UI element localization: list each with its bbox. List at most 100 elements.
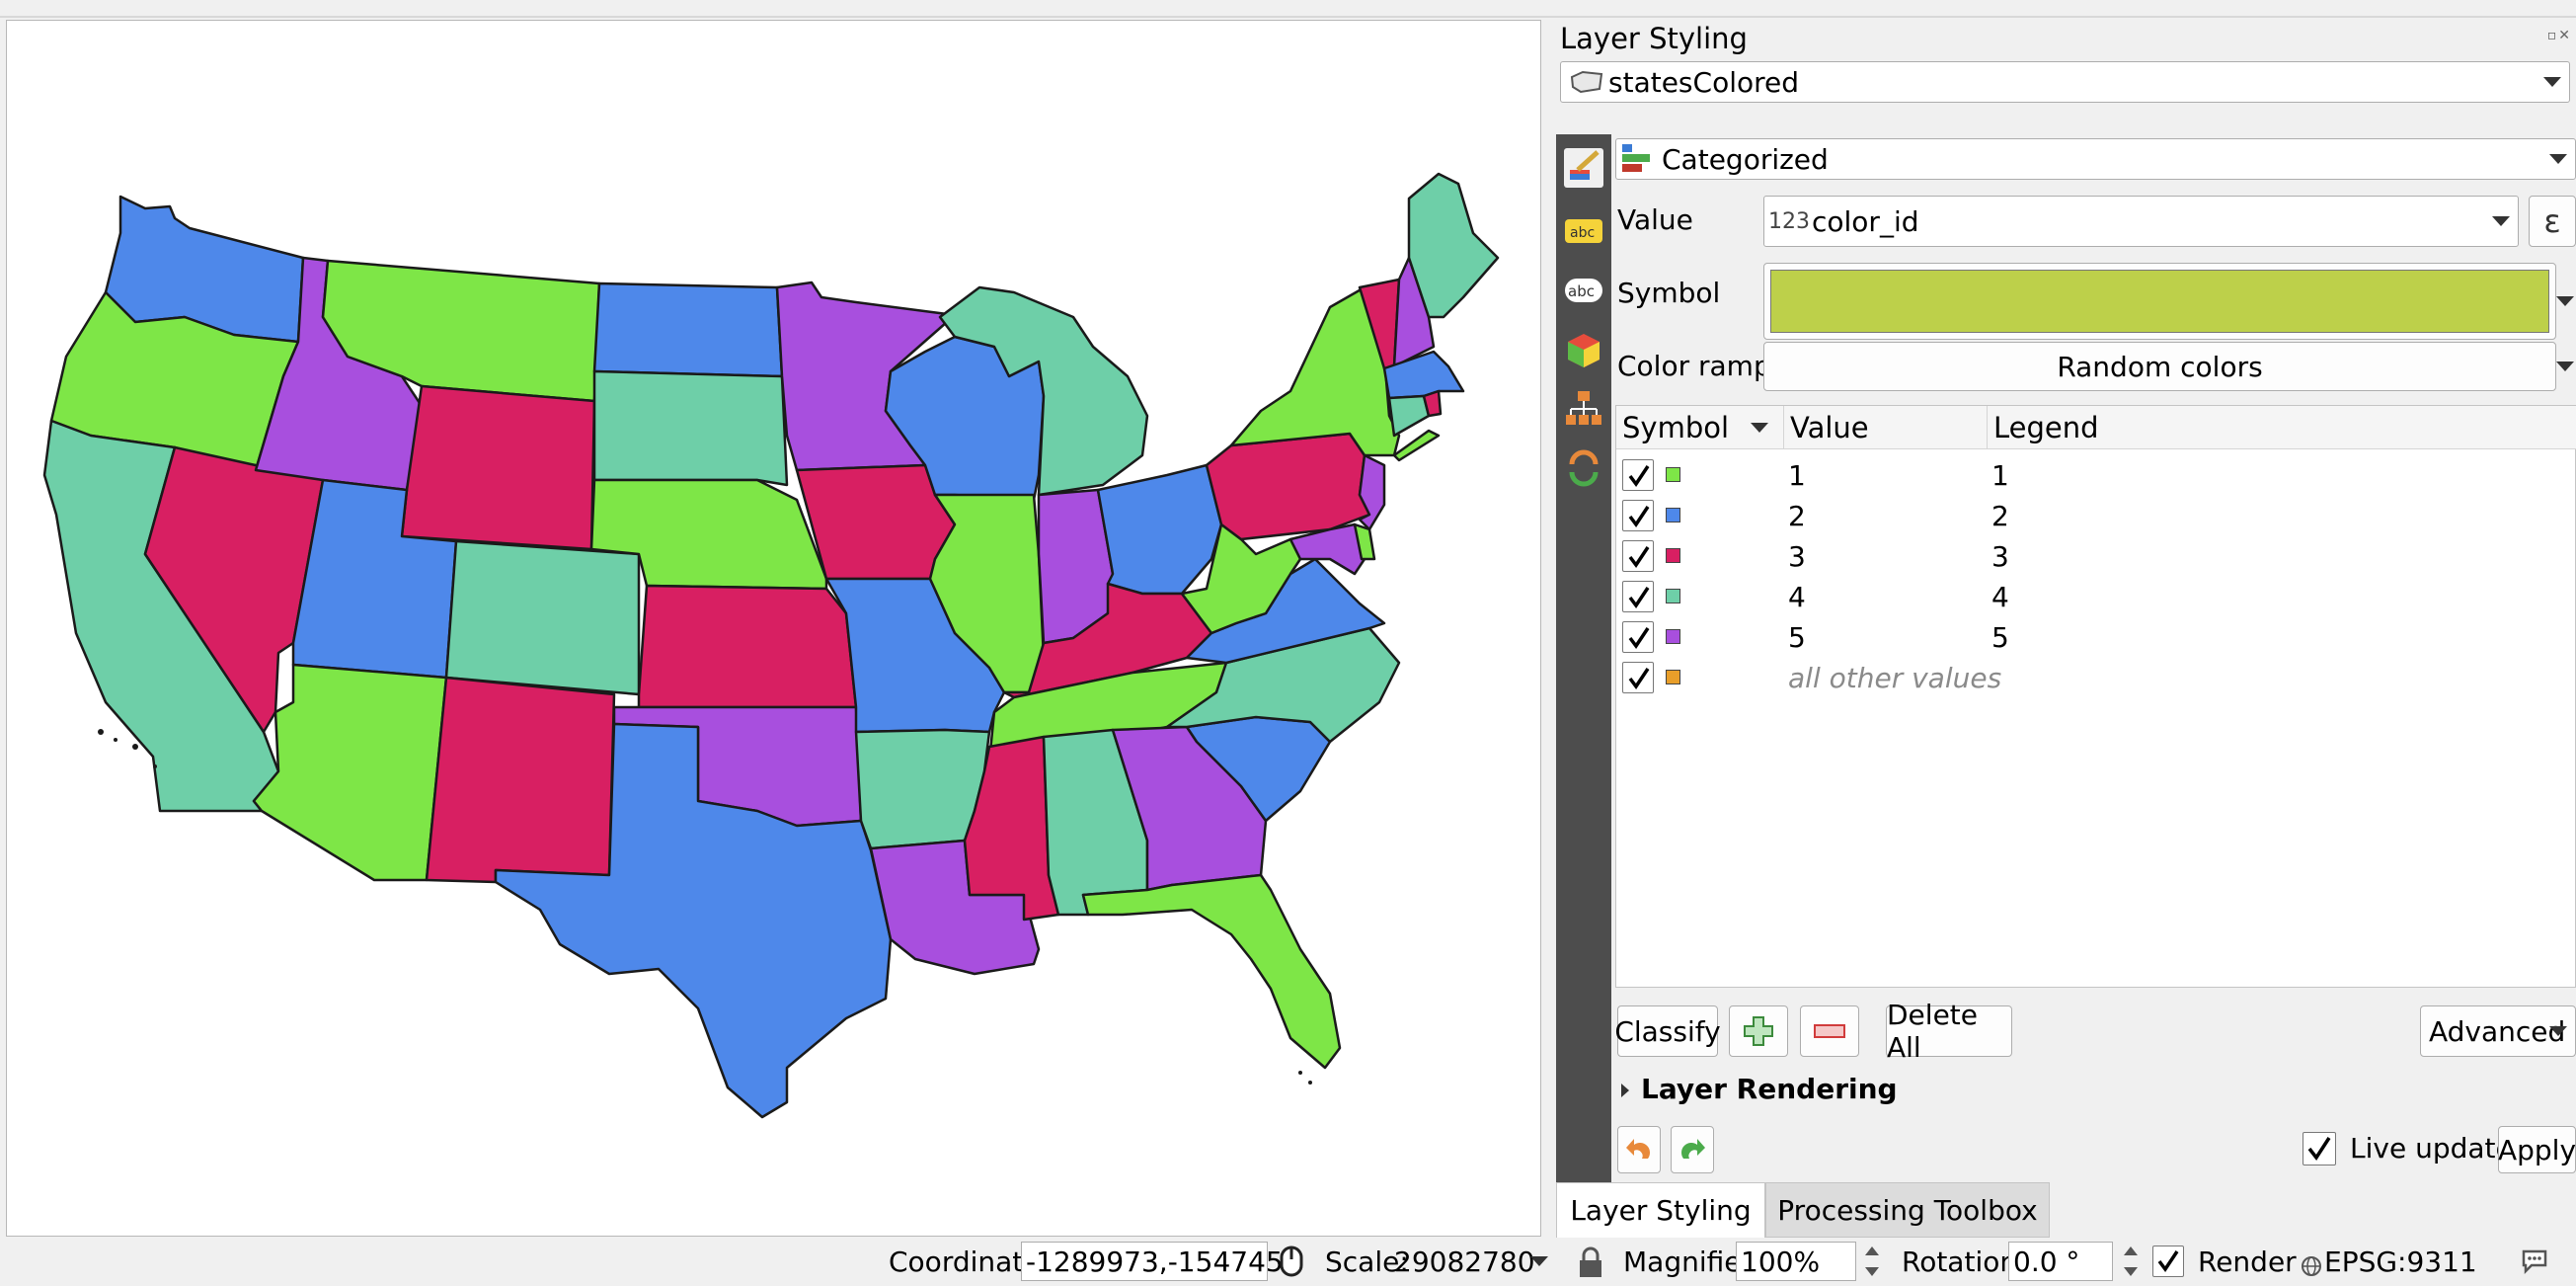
classify-button[interactable]: Classify [1614, 1005, 1721, 1057]
category-symbol-swatch[interactable] [1666, 508, 1680, 522]
paintbrush-icon[interactable] [1564, 148, 1603, 188]
column-header-symbol[interactable]: Symbol [1616, 406, 1784, 449]
category-value[interactable]: 4 [1788, 581, 1806, 613]
diagrams-icon[interactable] [1564, 389, 1603, 429]
layer-select[interactable]: statesColored [1560, 61, 2570, 103]
expression-builder-button[interactable]: ε [2529, 196, 2576, 247]
undo-icon [1626, 1139, 1650, 1159]
magnifier-field[interactable]: 100% [1736, 1242, 1856, 1281]
category-checkbox[interactable] [1622, 540, 1654, 572]
column-header-value[interactable]: Value [1784, 406, 1988, 449]
state-connecticut[interactable] [1387, 394, 1431, 438]
panel-float-close-buttons[interactable]: ▫✕ [2547, 28, 2572, 43]
renderer-select[interactable]: Categorized [1615, 138, 2576, 180]
advanced-button[interactable]: Advanced [2420, 1005, 2576, 1057]
rotation-spinner[interactable] [2121, 1242, 2141, 1281]
render-checkbox[interactable] [2152, 1246, 2184, 1277]
redo-button[interactable] [1671, 1126, 1714, 1173]
categories-table[interactable]: Symbol Value Legend 1 1 2 2 3 3 4 4 5 5 all other … [1615, 405, 2576, 988]
category-legend[interactable]: 4 [1991, 581, 2009, 613]
category-symbol-swatch[interactable] [1666, 548, 1680, 563]
window-top-strip [0, 0, 2576, 18]
crs-label[interactable]: EPSG:9311 [2324, 1246, 2477, 1278]
table-row[interactable]: 11 [1616, 455, 2576, 496]
messages-icon[interactable] [2520, 1247, 2549, 1275]
state-north-dakota[interactable] [592, 281, 784, 378]
category-legend[interactable]: 1 [1991, 459, 2009, 492]
svg-text:abc: abc [1570, 225, 1595, 241]
tab-processing-toolbox[interactable]: Processing Toolbox [1765, 1182, 2050, 1238]
mouse-toggle-extents-icon[interactable] [1274, 1244, 1309, 1279]
state-ohio[interactable] [1096, 463, 1223, 596]
chevron-down-icon [2492, 216, 2510, 226]
state-new-mexico[interactable] [425, 676, 616, 884]
category-symbol-swatch[interactable] [1666, 589, 1680, 603]
color-ramp-menu-chevron[interactable] [2556, 342, 2576, 391]
3d-view-icon[interactable] [1564, 330, 1603, 369]
category-legend[interactable]: all other values [1788, 662, 2001, 694]
category-checkbox[interactable] [1622, 621, 1654, 653]
state-washington[interactable] [104, 195, 305, 344]
layer-rendering-section[interactable]: Layer Rendering [1621, 1073, 1898, 1105]
dock-splitter[interactable] [1542, 20, 1556, 1237]
expand-triangle-icon [1621, 1084, 1629, 1097]
category-value[interactable]: 2 [1788, 500, 1806, 532]
crs-globe-icon[interactable] [2301, 1251, 2322, 1276]
category-value[interactable]: 5 [1788, 621, 1806, 654]
state-pennsylvania[interactable] [1205, 432, 1371, 541]
dock-tab-bar: Layer Styling Processing Toolbox [1556, 1182, 2576, 1240]
category-checkbox[interactable] [1622, 500, 1654, 531]
category-legend[interactable]: 5 [1991, 621, 2009, 654]
undo-button[interactable] [1617, 1126, 1661, 1173]
coordinate-label: Coordinate [889, 1246, 1041, 1278]
table-row[interactable]: 55 [1616, 617, 2576, 658]
state-maine[interactable] [1407, 172, 1500, 319]
value-field-select[interactable]: 123 color_id [1763, 196, 2519, 247]
color-ramp-button[interactable]: Random colors [1763, 342, 2556, 391]
polygon-layer-icon [1569, 69, 1604, 95]
category-checkbox[interactable] [1622, 581, 1654, 612]
map-canvas[interactable] [6, 20, 1541, 1237]
state-wyoming[interactable] [400, 384, 596, 551]
masks-icon[interactable]: abc [1564, 271, 1603, 310]
us-states-map [42, 172, 1500, 1119]
table-row[interactable]: all other values [1616, 658, 2576, 698]
lock-scale-icon[interactable] [1576, 1246, 1605, 1279]
tab-layer-styling[interactable]: Layer Styling [1556, 1182, 1765, 1238]
category-symbol-swatch[interactable] [1666, 467, 1680, 482]
table-row[interactable]: 33 [1616, 536, 2576, 577]
categorized-icon [1622, 142, 1652, 176]
state-florida[interactable] [1081, 873, 1342, 1070]
category-legend[interactable]: 2 [1991, 500, 2009, 532]
state-arizona[interactable] [252, 663, 448, 882]
category-checkbox[interactable] [1622, 459, 1654, 491]
delete-all-button[interactable]: Delete All [1886, 999, 2012, 1064]
chevron-down-icon [2556, 362, 2574, 371]
apply-button[interactable]: Apply [2498, 1126, 2576, 1173]
rotation-field[interactable]: 0.0 ° [2008, 1242, 2113, 1281]
labels-icon[interactable]: abc [1564, 211, 1603, 251]
state-new-jersey[interactable] [1358, 453, 1386, 531]
remove-category-button[interactable] [1800, 1005, 1859, 1057]
column-header-legend[interactable]: Legend [1988, 406, 2576, 449]
category-value[interactable]: 3 [1788, 540, 1806, 573]
scale-field[interactable]: 29082780 [1390, 1242, 1556, 1281]
symbol-menu-chevron[interactable] [2556, 263, 2576, 340]
category-symbol-swatch[interactable] [1666, 670, 1680, 684]
history-icon[interactable] [1564, 448, 1603, 488]
magnifier-spinner[interactable] [1862, 1242, 1882, 1281]
redo-icon [1681, 1139, 1705, 1159]
state-south-dakota[interactable] [592, 369, 789, 487]
category-legend[interactable]: 3 [1991, 540, 2009, 573]
category-value[interactable]: 1 [1788, 459, 1806, 492]
category-symbol-swatch[interactable] [1666, 629, 1680, 644]
state-kansas[interactable] [637, 584, 858, 709]
table-row[interactable]: 44 [1616, 577, 2576, 617]
state-colorado[interactable] [444, 539, 641, 696]
symbol-button[interactable] [1763, 263, 2556, 340]
table-row[interactable]: 22 [1616, 496, 2576, 536]
coordinate-field[interactable]: -1289973,-1547458 [1021, 1242, 1301, 1281]
category-checkbox[interactable] [1622, 662, 1654, 693]
add-category-button[interactable] [1729, 1005, 1788, 1057]
live-update-checkbox[interactable] [2303, 1132, 2336, 1165]
